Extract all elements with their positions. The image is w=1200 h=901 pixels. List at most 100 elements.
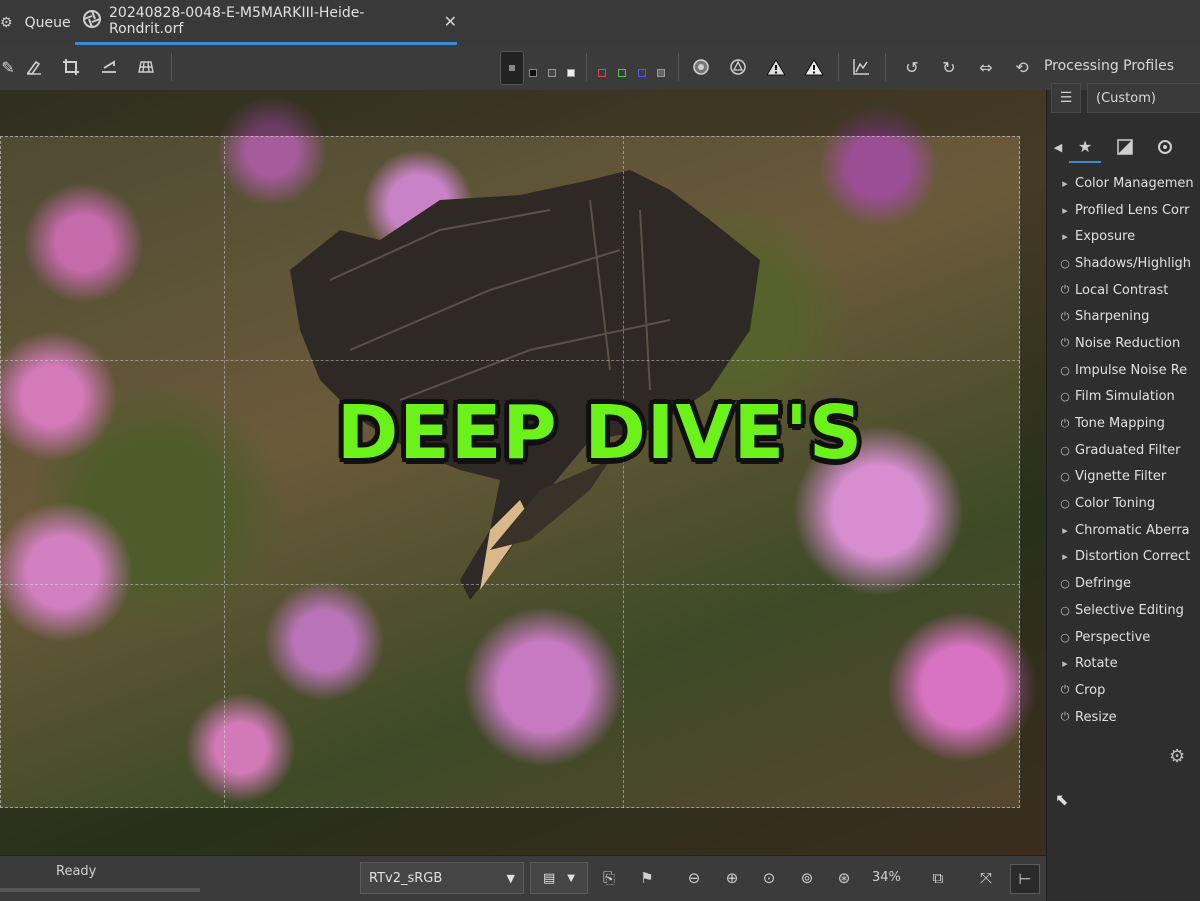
zoom-100-icon[interactable]: ⊙: [755, 864, 783, 892]
tool-panel: ☰ (Custom) ◀ ★ ▸ Color Managemen ▸ Profile…: [1046, 83, 1200, 900]
power-off-icon[interactable]: ○: [1055, 497, 1075, 510]
channel-blue-swatch[interactable]: [638, 69, 646, 77]
power-on-icon[interactable]: ⏻: [1055, 336, 1075, 350]
exposure-tab-icon[interactable]: [1109, 132, 1141, 162]
tool-label: Crop: [1075, 682, 1106, 698]
tool-label: Rotate: [1075, 656, 1118, 672]
tabs-scroll-left-icon[interactable]: ◀: [1047, 132, 1069, 162]
crop-dim-right: [1020, 136, 1046, 808]
tool-item[interactable]: ▸ Distortion Correct: [1055, 544, 1200, 571]
status-bar: Ready RTv2_sRGB ▼ ▤ ▼ ⎘ ⚑ ⊖ ⊕ ⊙ ⊚ ⊛ 34% …: [0, 855, 1046, 901]
clip-icon[interactable]: [724, 53, 752, 81]
tool-item[interactable]: ▸ Rotate: [1055, 650, 1200, 677]
power-off-icon[interactable]: ○: [1055, 631, 1075, 644]
tab-queue-label: Queue: [24, 14, 71, 31]
bg-black-swatch[interactable]: [529, 69, 537, 77]
fullscreen-icon[interactable]: ⤧: [972, 864, 1000, 892]
tool-label: Defringe: [1075, 576, 1132, 592]
tool-item[interactable]: ⏻ Noise Reduction: [1055, 330, 1200, 357]
zoom-in-icon[interactable]: ⊕: [718, 864, 746, 892]
power-off-icon[interactable]: ○: [1055, 364, 1075, 377]
tool-item[interactable]: ○ Impulse Noise Re: [1055, 357, 1200, 384]
tool-item[interactable]: ⏻ Local Contrast: [1055, 277, 1200, 304]
profile-list-icon[interactable]: ☰: [1051, 83, 1081, 113]
rotate-left-icon[interactable]: ↺: [898, 53, 926, 81]
power-on-icon[interactable]: ⏻: [1055, 310, 1075, 324]
close-tab-icon[interactable]: ✕: [444, 12, 457, 31]
new-detail-window-icon[interactable]: ⧉: [924, 864, 952, 892]
tool-item[interactable]: ○ Color Toning: [1055, 490, 1200, 517]
tool-item[interactable]: ⏻ Tone Mapping: [1055, 410, 1200, 437]
tool-item[interactable]: ○ Selective Editing: [1055, 597, 1200, 624]
editor-toolbar: ✎ ↺ ↻ ⇔ ⟲ Processing Profiles: [0, 45, 1200, 91]
power-off-icon[interactable]: ○: [1055, 257, 1075, 270]
panel-settings-gear-icon[interactable]: ⚙: [1169, 746, 1185, 767]
zoom-level: 34%: [872, 870, 901, 885]
zoom-crop-fit-icon[interactable]: ⊛: [830, 864, 858, 892]
tab-editor-file[interactable]: 20240828-0048-E-M5MARKIII-Heide-Rondrit.…: [75, 0, 457, 45]
soft-proof-icon[interactable]: ⎘: [595, 864, 623, 892]
power-off-icon[interactable]: ○: [1055, 390, 1075, 403]
tool-item[interactable]: ○ Film Simulation: [1055, 384, 1200, 411]
tool-item[interactable]: ▸ Color Managemen: [1055, 170, 1200, 197]
tool-item[interactable]: ○ Defringe: [1055, 570, 1200, 597]
bg-white-swatch[interactable]: [567, 69, 575, 77]
zoom-fit-icon[interactable]: ⊚: [793, 864, 821, 892]
tool-label: Color Toning: [1075, 496, 1156, 512]
tool-item[interactable]: ▸ Profiled Lens Corr: [1055, 197, 1200, 224]
expand-arrow-icon: ▸: [1062, 523, 1068, 537]
flip-h-icon[interactable]: ⇔: [972, 53, 1000, 81]
gamut-check-icon[interactable]: ⚑: [633, 864, 661, 892]
tool-label: Chromatic Aberra: [1075, 522, 1190, 538]
power-off-icon[interactable]: ○: [1055, 604, 1075, 617]
tab-queue[interactable]: ⚙ Queue: [0, 0, 71, 45]
power-on-icon[interactable]: ⏻: [1055, 283, 1075, 297]
expand-arrow-icon: ▸: [1062, 203, 1068, 217]
tool-list: ▸ Color Managemen ▸ Profiled Lens Corr ▸ Ex…: [1055, 170, 1200, 730]
bg-dark-swatch[interactable]: [548, 69, 556, 77]
tool-item[interactable]: ○ Shadows/Highligh: [1055, 250, 1200, 277]
tool-item[interactable]: ○ Perspective: [1055, 624, 1200, 651]
toggle-right-panel-icon[interactable]: ⊢: [1010, 864, 1040, 894]
shadow-warning-icon[interactable]: [800, 53, 828, 81]
tool-item[interactable]: ▸ Chromatic Aberra: [1055, 517, 1200, 544]
intent-select[interactable]: ▤ ▼: [530, 862, 588, 894]
histogram-icon[interactable]: [847, 53, 875, 81]
tool-item[interactable]: ○ Vignette Filter: [1055, 464, 1200, 491]
edit-icon[interactable]: ✎: [0, 53, 22, 81]
hand-icon[interactable]: [20, 53, 48, 81]
channel-red-swatch[interactable]: [598, 69, 606, 77]
tool-label: Impulse Noise Re: [1075, 362, 1188, 378]
tool-item[interactable]: ▸ Exposure: [1055, 223, 1200, 250]
channel-green-swatch[interactable]: [618, 69, 626, 77]
zoom-out-icon[interactable]: ⊖: [680, 864, 708, 892]
crop-guide-horizontal: [0, 584, 1020, 585]
tool-item[interactable]: ⏻ Sharpening: [1055, 303, 1200, 330]
highlight-warning-icon[interactable]: [762, 53, 790, 81]
power-on-icon[interactable]: ⏻: [1055, 683, 1075, 697]
rotate-right-icon[interactable]: ↻: [935, 53, 963, 81]
favorites-tab-star-icon[interactable]: ★: [1069, 131, 1101, 163]
preview-bg-icon[interactable]: [500, 51, 524, 85]
flip-v-icon[interactable]: ⟲: [1008, 53, 1036, 81]
profile-combo[interactable]: (Custom): [1087, 83, 1200, 113]
tool-label: Exposure: [1075, 229, 1136, 245]
grid-icon[interactable]: [132, 53, 160, 81]
tool-item[interactable]: ⏻ Resize: [1055, 704, 1200, 731]
power-on-icon[interactable]: ⏻: [1055, 417, 1075, 431]
power-off-icon[interactable]: ○: [1055, 444, 1075, 457]
detail-tab-icon[interactable]: [1149, 132, 1181, 162]
tool-label: Resize: [1075, 709, 1117, 725]
image-preview[interactable]: DEEP DIVE'S: [0, 90, 1046, 855]
straighten-icon[interactable]: [95, 53, 123, 81]
tool-item[interactable]: ○ Graduated Filter: [1055, 437, 1200, 464]
power-on-icon[interactable]: ⏻: [1055, 710, 1075, 724]
channel-lum-swatch[interactable]: [657, 69, 665, 77]
tool-item[interactable]: ⏻ Crop: [1055, 677, 1200, 704]
power-off-icon[interactable]: ○: [1055, 577, 1075, 590]
tool-label: Local Contrast: [1075, 282, 1169, 298]
power-off-icon[interactable]: ○: [1055, 470, 1075, 483]
crop-icon[interactable]: [57, 53, 85, 81]
output-profile-select[interactable]: RTv2_sRGB ▼: [360, 862, 524, 894]
focus-mask-icon[interactable]: [687, 53, 715, 81]
